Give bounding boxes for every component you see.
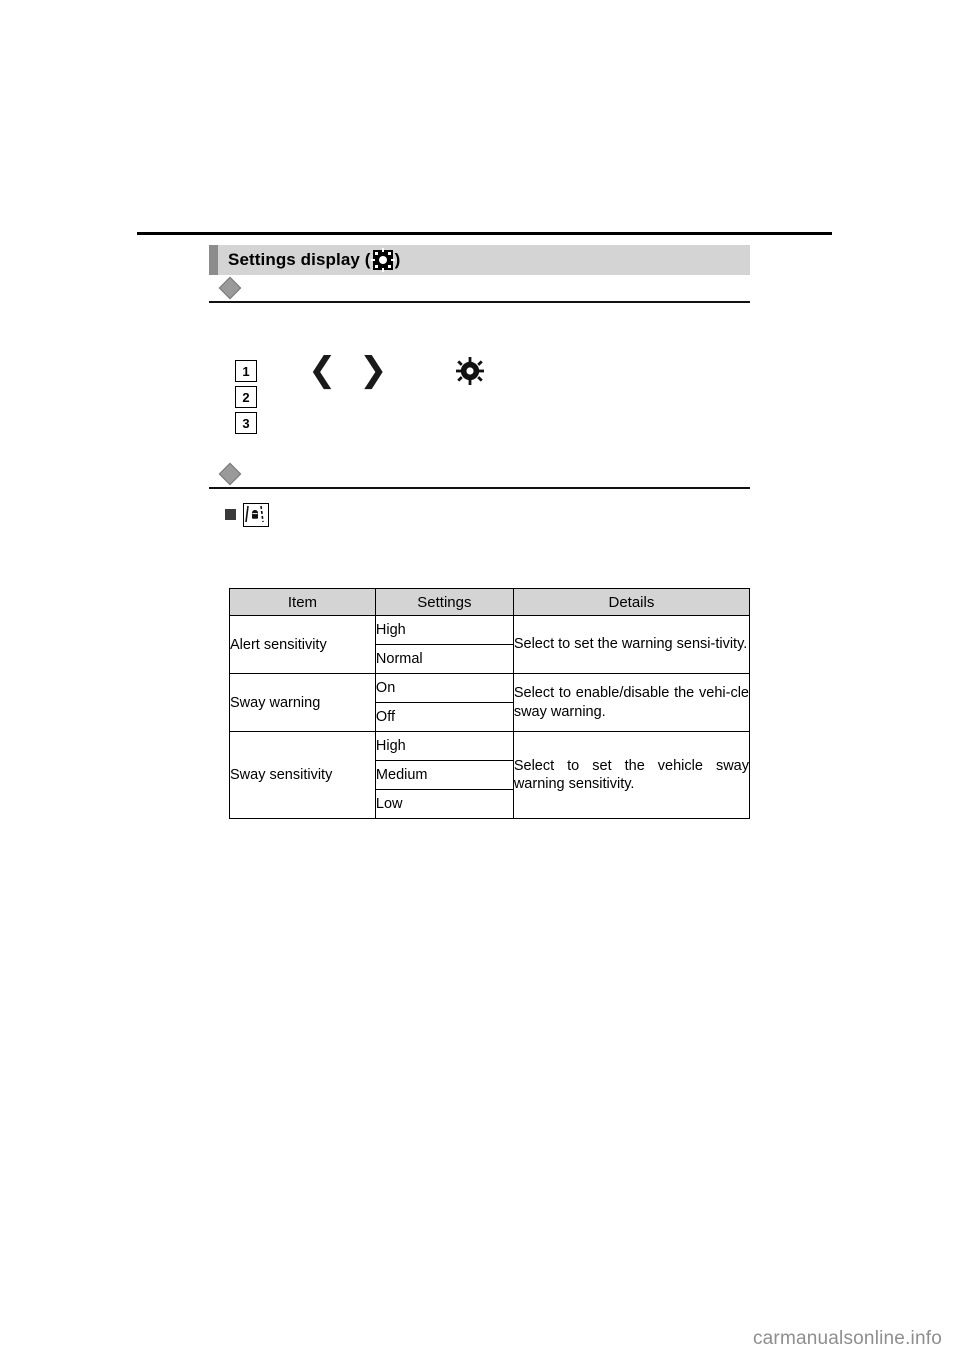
diamond-bullet-2 — [218, 462, 242, 486]
section-header: Settings display ( ) — [209, 245, 750, 275]
settings-table: Item Settings Details Alert sensitivity … — [229, 588, 751, 819]
table-cell-setting: Off — [374, 702, 514, 732]
diamond-bullet-1 — [218, 276, 242, 300]
divider-2 — [209, 487, 750, 489]
table-cell-setting: High — [374, 615, 514, 645]
section-header-accent — [209, 245, 218, 275]
lane-departure-alert-icon — [243, 503, 269, 527]
table-cell-setting: Medium — [374, 760, 514, 790]
square-bullet-icon — [225, 509, 236, 520]
chevron-right-icon: ❯ — [359, 350, 388, 390]
table-cell-details: Select to set the warning sensi-tivity. — [512, 615, 751, 674]
section-title-suffix: ) — [394, 250, 401, 269]
table-cell-setting: Low — [374, 789, 514, 819]
table-cell-details: Select to set the vehicle sway warning s… — [512, 731, 751, 819]
table-header-details: Details — [512, 588, 751, 616]
table-cell-setting: On — [374, 673, 514, 703]
table-cell-details: Select to enable/disable the vehi-cle sw… — [512, 673, 751, 732]
table-cell-item: Sway sensitivity — [229, 731, 376, 819]
table-cell-setting: High — [374, 731, 514, 761]
chevron-left-icon: ❮ — [308, 350, 337, 390]
table-cell-item: Alert sensitivity — [229, 615, 376, 674]
table-cell-item: Sway warning — [229, 673, 376, 732]
table-row: Sway sensitivity High Select to set the … — [229, 731, 751, 819]
page-top-rule — [137, 232, 832, 235]
section-title-prefix: Settings display ( — [228, 250, 371, 269]
table-cell-setting: Normal — [374, 644, 514, 674]
table-row: Alert sensitivity High Select to set the… — [229, 615, 751, 674]
callout-number-1: 1 — [235, 360, 257, 382]
callout-number-3: 3 — [235, 412, 257, 434]
table-row: Sway warning On Select to enable/disable… — [229, 673, 751, 732]
gear-icon — [370, 248, 395, 272]
footer-watermark: carmanualsonline.info — [752, 1328, 942, 1349]
table-header-row: Item Settings Details — [229, 588, 751, 616]
gear-icon-large — [456, 357, 484, 385]
callout-number-2: 2 — [235, 386, 257, 408]
divider-1 — [209, 301, 750, 303]
section-header-title: Settings display ( ) — [228, 248, 401, 272]
table-header-item: Item — [229, 588, 376, 616]
table-header-settings: Settings — [374, 588, 514, 616]
